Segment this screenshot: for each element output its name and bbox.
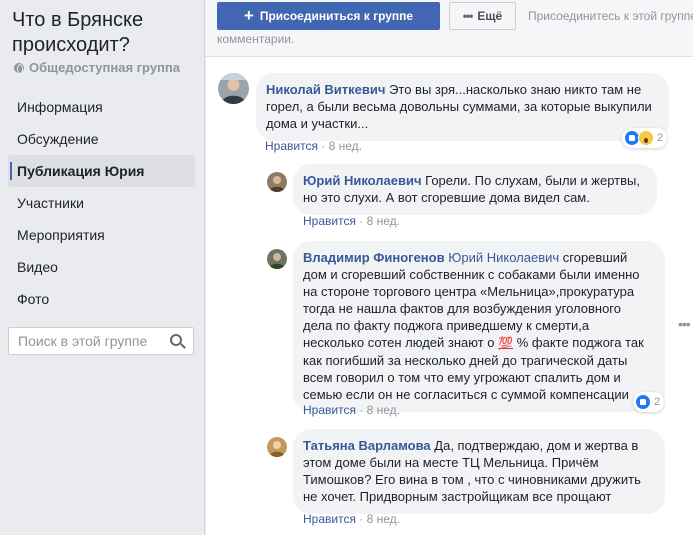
- comment-bubble: Николай Виткевич Это вы зря...насколько …: [256, 73, 669, 141]
- comment-mention[interactable]: Юрий Николаевич: [448, 250, 559, 265]
- group-search: [8, 327, 194, 355]
- comment-time[interactable]: 8 нед.: [367, 403, 400, 417]
- nav-item-discussion[interactable]: Обсуждение: [8, 123, 195, 155]
- globe-icon: [14, 62, 24, 74]
- plus-icon: +: [243, 6, 254, 25]
- join-bar: + Присоединиться к группе ••• Ещё Присое…: [206, 0, 693, 57]
- group-type: Общедоступная группа: [14, 60, 180, 75]
- reactions-summary[interactable]: 2: [622, 128, 668, 148]
- comment-time[interactable]: 8 нед.: [367, 214, 400, 228]
- avatar[interactable]: [267, 437, 287, 457]
- comment-bubble: Юрий Николаевич Горели. По слухам, были …: [293, 164, 657, 215]
- like-link[interactable]: Нравится: [303, 214, 356, 228]
- nav-item-videos[interactable]: Видео: [8, 251, 195, 283]
- join-group-label: Присоединиться к группе: [259, 9, 414, 23]
- avatar[interactable]: [218, 73, 249, 104]
- comment-bubble: Владимир Финогенов Юрий Николаевич сгоре…: [293, 241, 665, 412]
- search-icon[interactable]: [170, 334, 182, 346]
- comment-time[interactable]: 8 нед.: [367, 512, 400, 526]
- reaction-count: 2: [657, 132, 664, 144]
- like-link[interactable]: Нравится: [303, 512, 356, 526]
- comment-author[interactable]: Юрий Николаевич: [303, 173, 422, 188]
- comment-meta: Нравится · 8 нед.: [303, 512, 401, 526]
- comment-meta: Нравится · 8 нед.: [265, 139, 363, 153]
- comment-bubble: Татьяна Варламова Да, подтверждаю, дом и…: [293, 429, 665, 514]
- comment-author[interactable]: Николай Виткевич: [266, 82, 385, 97]
- join-group-button[interactable]: + Присоединиться к группе: [217, 2, 440, 30]
- comment-author[interactable]: Владимир Финогенов: [303, 250, 445, 265]
- comment-options-icon[interactable]: •••: [678, 316, 691, 332]
- hundred-points-icon: 💯: [498, 336, 514, 350]
- nav-item-members[interactable]: Участники: [8, 187, 195, 219]
- like-reaction-icon: [635, 394, 651, 410]
- avatar[interactable]: [267, 249, 287, 269]
- like-link[interactable]: Нравится: [303, 403, 356, 417]
- nav-item-events[interactable]: Мероприятия: [8, 219, 195, 251]
- wow-reaction-icon: [638, 130, 654, 146]
- like-link[interactable]: Нравится: [265, 139, 318, 153]
- group-nav: Информация Обсуждение Публикация Юрия Уч…: [8, 91, 195, 315]
- nav-item-info[interactable]: Информация: [8, 91, 195, 123]
- comment-time[interactable]: 8 нед.: [329, 139, 362, 153]
- reaction-count: 2: [654, 396, 661, 408]
- comment-meta: Нравится · 8 нед.: [303, 403, 401, 417]
- comment-meta: Нравится · 8 нед.: [303, 214, 401, 228]
- avatar[interactable]: [267, 172, 287, 192]
- main-content: + Присоединиться к группе ••• Ещё Присое…: [206, 0, 693, 535]
- more-dots-icon: •••: [462, 9, 474, 23]
- comment-author[interactable]: Татьяна Варламова: [303, 438, 431, 453]
- more-label: Ещё: [477, 9, 503, 23]
- nav-item-post[interactable]: Публикация Юрия: [8, 155, 195, 187]
- join-hint-continued: комментарии.: [217, 32, 295, 46]
- group-sidebar: Что в Брянске происходит? Общедоступная …: [0, 0, 205, 535]
- reactions-summary[interactable]: 2: [633, 392, 665, 412]
- group-title[interactable]: Что в Брянске происходит?: [12, 8, 197, 58]
- more-button[interactable]: ••• Ещё: [449, 2, 516, 30]
- nav-item-photos[interactable]: Фото: [8, 283, 195, 315]
- join-hint: Присоединитесь к этой группе: [528, 9, 693, 23]
- group-search-input[interactable]: [9, 328, 159, 354]
- group-type-label: Общедоступная группа: [29, 60, 180, 75]
